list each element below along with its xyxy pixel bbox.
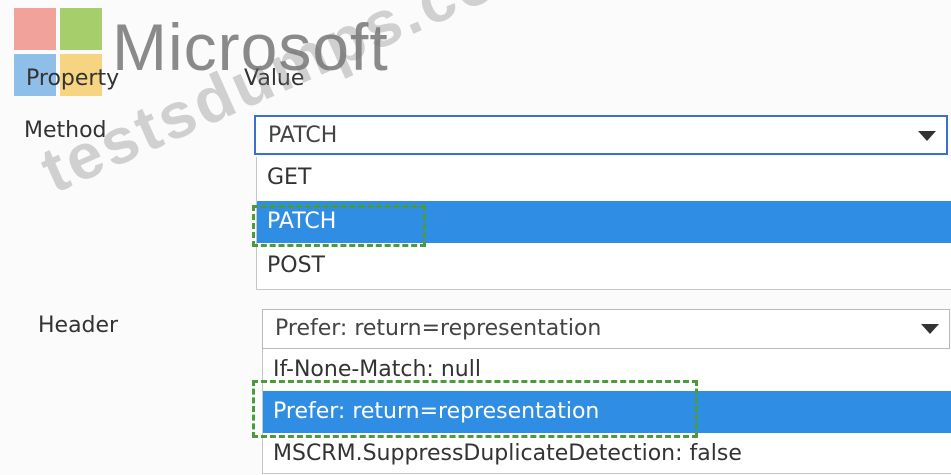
method-selected-value: PATCH	[268, 123, 338, 148]
header-label: Header	[38, 313, 119, 338]
header-dropdown-list: If-None-Match: null Prefer: return=repre…	[262, 349, 951, 474]
method-option-post[interactable]: POST	[257, 245, 951, 287]
value-column-header: Value	[244, 66, 305, 91]
header-select[interactable]: Prefer: return=representation	[262, 309, 950, 349]
header-selected-value: Prefer: return=representation	[275, 316, 602, 341]
method-dropdown-list: GET PATCH POST	[256, 157, 951, 290]
chevron-down-icon[interactable]	[918, 131, 936, 141]
method-select[interactable]: PATCH	[254, 115, 948, 155]
method-label: Method	[24, 118, 107, 143]
header-option-suppress-duplicate[interactable]: MSCRM.SuppressDuplicateDetection: false	[263, 433, 951, 475]
header-option-if-none-match[interactable]: If-None-Match: null	[263, 349, 951, 391]
property-column-header: Property	[26, 66, 120, 91]
chevron-down-icon[interactable]	[921, 324, 939, 334]
logo-red-square	[14, 8, 56, 50]
header-option-prefer[interactable]: Prefer: return=representation	[263, 391, 951, 433]
logo-green-square	[60, 8, 102, 50]
method-option-get[interactable]: GET	[257, 157, 951, 199]
method-option-patch[interactable]: PATCH	[257, 201, 951, 243]
